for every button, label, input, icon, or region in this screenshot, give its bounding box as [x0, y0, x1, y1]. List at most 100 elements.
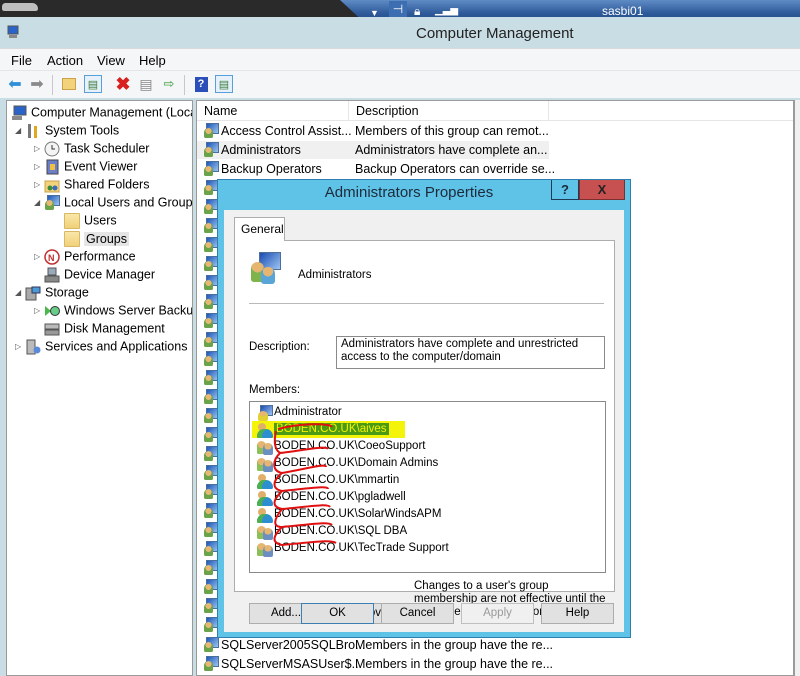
tree-item-disk-management[interactable]: Disk Management	[44, 319, 165, 337]
member-item[interactable]: BODEN.CO.UK\SQL DBA	[257, 523, 407, 540]
device-manager-icon	[44, 267, 60, 283]
tree-item-storage[interactable]: ◢ Storage	[15, 283, 89, 301]
menu-help[interactable]: Help	[139, 53, 166, 68]
members-list[interactable]: Administrator BODEN.CO.UK\aives BODEN.CO…	[249, 401, 606, 573]
delete-icon[interactable]: ✖	[114, 74, 132, 94]
computer-icon	[11, 105, 27, 121]
tree-item-users[interactable]: Users	[64, 211, 117, 229]
folder-icon	[64, 212, 80, 229]
toolbar-separator	[52, 75, 53, 95]
member-item-highlighted[interactable]: BODEN.CO.UK\aives	[252, 421, 405, 438]
dialog-help-button[interactable]: ?	[551, 180, 579, 200]
table-row[interactable]: SQLServer2005SQLBro... Members in the gr…	[197, 636, 553, 654]
dialog-body: General Administrators Description: Admi…	[224, 210, 624, 632]
member-item[interactable]: Administrator	[257, 404, 342, 421]
menu-file[interactable]: File	[11, 53, 32, 68]
group-icon	[203, 656, 219, 672]
group-icon	[203, 637, 219, 653]
forward-arrow-icon[interactable]: ➡	[28, 75, 46, 93]
tree-item-services-and-applications[interactable]: ▷ Services and Applications	[15, 337, 187, 355]
tree-item-performance[interactable]: ▷ N Performance	[34, 247, 136, 265]
tree-item-event-viewer[interactable]: ▷ Event Viewer	[34, 157, 137, 175]
remote-host-name: sasbi01	[602, 4, 644, 18]
expand-arrow-icon[interactable]: ▷	[34, 302, 44, 320]
domain-group-icon	[257, 439, 273, 455]
menu-view[interactable]: View	[97, 53, 125, 68]
domain-user-icon	[257, 507, 273, 523]
cancel-button[interactable]: Cancel	[381, 603, 454, 624]
table-row[interactable]: Access Control Assist... Members of this…	[197, 122, 549, 140]
show-hide-action-pane-icon[interactable]: ▤	[215, 75, 233, 93]
expand-arrow-icon[interactable]: ▷	[15, 338, 25, 356]
table-row[interactable]: Administrators Administrators have compl…	[197, 141, 549, 159]
toolbar: ⬅ ➡ ▤ ✖ ▤ ⇨ ? ▤	[0, 70, 800, 98]
desktop-logo	[2, 3, 38, 11]
vertical-scrollbar[interactable]	[794, 100, 800, 676]
member-item[interactable]: BODEN.CO.UK\TecTrade Support	[257, 540, 449, 557]
domain-group-icon	[257, 456, 273, 472]
tree-item-local-users-and-groups[interactable]: ◢ Local Users and Groups	[34, 193, 192, 212]
administrators-properties-dialog: Administrators Properties ? X General Ad…	[217, 179, 631, 638]
expand-arrow-icon[interactable]: ▷	[34, 176, 44, 194]
members-label: Members:	[249, 384, 301, 396]
collapse-arrow-icon[interactable]: ◢	[15, 284, 25, 302]
show-hide-console-tree-icon[interactable]: ▤	[84, 75, 102, 93]
tree-item-windows-server-backup[interactable]: ▷ Windows Server Backup	[34, 301, 192, 320]
menu-action[interactable]: Action	[47, 53, 83, 68]
group-icon	[203, 142, 219, 158]
member-item[interactable]: BODEN.CO.UK\pgladwell	[257, 489, 406, 506]
tree-item-groups[interactable]: Groups	[64, 229, 129, 247]
tree-root-computer-management[interactable]: Computer Management (Local	[11, 103, 192, 121]
tree-item-system-tools[interactable]: ◢ System Tools	[15, 121, 119, 139]
tree-item-task-scheduler[interactable]: ▷ Task Scheduler	[34, 139, 149, 157]
group-large-icon	[249, 252, 281, 284]
event-viewer-icon	[44, 159, 60, 175]
export-list-icon[interactable]: ⇨	[160, 75, 178, 93]
disk-icon	[44, 321, 60, 337]
tree-item-device-manager[interactable]: Device Manager	[44, 265, 155, 283]
up-folder-icon[interactable]	[60, 75, 78, 93]
shared-folder-icon	[44, 177, 60, 193]
apply-button[interactable]: Apply	[461, 603, 534, 624]
divider	[249, 303, 604, 304]
member-item[interactable]: BODEN.CO.UK\CoeoSupport	[257, 438, 425, 455]
column-header-description[interactable]: Description	[349, 101, 549, 121]
properties-icon[interactable]: ▤	[137, 75, 155, 93]
ok-button[interactable]: OK	[301, 603, 374, 624]
tree-item-shared-folders[interactable]: ▷ Shared Folders	[34, 175, 149, 193]
column-header-name[interactable]: Name	[197, 101, 349, 121]
group-icon	[203, 161, 219, 177]
help-button[interactable]: Help	[541, 603, 614, 624]
expand-arrow-icon[interactable]: ▷	[34, 140, 44, 158]
table-row[interactable]: Backup Operators Backup Operators can ov…	[197, 160, 555, 178]
domain-group-icon	[257, 524, 273, 540]
services-icon	[25, 339, 41, 355]
collapse-arrow-icon[interactable]: ◢	[15, 122, 25, 140]
member-item[interactable]: BODEN.CO.UK\Domain Admins	[257, 455, 438, 472]
users-groups-icon	[44, 194, 60, 211]
svg-text:N: N	[48, 253, 55, 263]
description-field[interactable]: Administrators have complete and unrestr…	[336, 336, 605, 369]
console-tree: Computer Management (Local ◢ System Tools…	[6, 100, 193, 676]
expand-arrow-icon[interactable]: ▷	[34, 248, 44, 266]
table-row[interactable]: SQLServerMSASUser$... Members in the gro…	[197, 655, 553, 673]
menu-bar: File Action View Help	[0, 48, 800, 70]
domain-user-icon	[257, 422, 273, 438]
collapse-arrow-icon[interactable]: ◢	[34, 194, 44, 212]
computer-management-app-icon[interactable]	[6, 25, 20, 39]
toolbar-separator	[184, 75, 185, 95]
admin-user-icon	[257, 404, 273, 421]
help-icon[interactable]: ?	[192, 75, 210, 93]
domain-group-icon	[257, 541, 273, 557]
back-arrow-icon[interactable]: ⬅	[6, 75, 24, 93]
expand-arrow-icon[interactable]: ▷	[34, 158, 44, 176]
dialog-close-button[interactable]: X	[579, 180, 625, 200]
window-title-bar: Computer Management	[0, 17, 800, 47]
column-header-filler	[549, 101, 793, 121]
member-item[interactable]: BODEN.CO.UK\SolarWindsAPM	[257, 506, 441, 523]
performance-icon: N	[44, 248, 60, 265]
clock-icon	[44, 141, 60, 157]
storage-icon	[25, 285, 41, 301]
member-item[interactable]: BODEN.CO.UK\mmartin	[257, 472, 399, 489]
tab-general[interactable]: General	[234, 217, 285, 241]
